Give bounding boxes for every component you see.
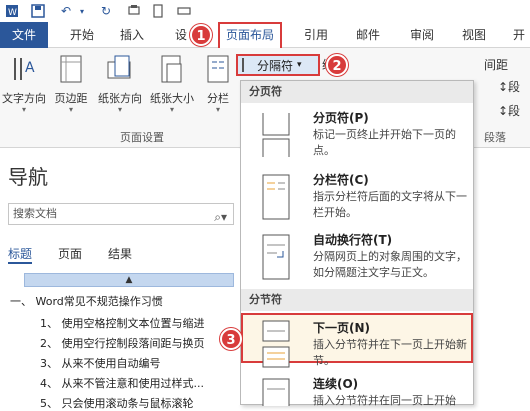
spacing-label: 间距 [484,58,509,72]
menu-item-page-break[interactable]: 分页符(P) 标记一页终止并开始下一页的点。 [241,103,473,157]
heading-item[interactable]: 2、 使用空行控制段落间距与换页 [40,335,205,351]
next-page-section-icon [262,320,290,368]
columns-icon [203,52,233,84]
breaks-button[interactable]: 分隔符 ▾ [236,54,320,76]
tab-view[interactable]: 视图 [456,22,492,48]
margins-icon [56,52,86,84]
heading-item[interactable]: 3、 从来不使用自动编号 [40,355,161,371]
section-breaks-header: 分节符 [241,289,473,311]
tab-insert[interactable]: 插入 [112,22,152,48]
print-preview-icon[interactable] [126,3,142,19]
callout-3: 3 [220,328,242,350]
menu-item-next-page[interactable]: 下一页(N) 插入分节符并在下一页上开始新节。 [241,313,473,368]
nav-tab-pages[interactable]: 页面 [58,245,82,262]
menu-item-desc: 标记一页终止并开始下一页的点。 [313,128,456,157]
nav-tab-headings[interactable]: 标题 [8,245,33,264]
heading-item[interactable]: 4、 从来不管注意和使用过样式... [40,375,204,391]
menu-item-desc: 插入分节符并在下一页上开始新节。 [313,338,467,367]
column-break-icon [262,174,290,220]
chevron-down-icon: ▾ [169,105,174,114]
paper-size-icon [157,52,187,84]
columns-button[interactable]: 分栏 ▾ [200,52,236,122]
document-icon[interactable] [150,3,166,19]
menu-item-desc: 指示分栏符后面的文字将从下一栏开始。 [313,190,467,219]
chevron-down-icon: ▾ [68,105,73,114]
margins-label: 页边距 [54,92,88,105]
chevron-down-icon: ▾ [21,105,26,114]
heading-item[interactable]: 一、 Word常见不规范操作习惯 [10,293,163,309]
tab-file[interactable]: 文件 [0,22,48,48]
quick-access-toolbar: W ↶ ▾ ↻ [0,0,530,22]
menu-item-title: 分栏符(C) [313,173,369,187]
format-icon[interactable] [176,3,192,19]
ribbon-tabs: 文件 开始 插入 设 页面布局 引用 邮件 审阅 视图 开 [0,22,530,48]
heading-item[interactable]: 5、 只会使用滚动条与鼠标滚轮 [40,395,194,411]
menu-item-text-wrapping-break[interactable]: 自动换行符(T) 分隔网页上的对象周围的文字，如分隔题注文字与正文。 [241,225,473,285]
orientation-label: 纸张方向 [98,92,142,105]
menu-item-title: 下一页(N) [313,321,371,335]
page-breaks-header: 分页符 [241,81,473,103]
text-direction-icon: A [9,52,39,84]
heading-item[interactable]: 1、 使用空格控制文本位置与缩进 [40,315,205,331]
size-label: 纸张大小 [150,92,194,105]
orientation-icon [105,52,135,84]
navigation-title: 导航 [8,165,48,189]
paragraph-group-label: 段落 [484,131,506,144]
tab-mailings[interactable]: 邮件 [350,22,386,48]
page-break-icon [262,113,290,157]
callout-1: 1 [190,24,212,46]
undo-icon[interactable]: ↶ [58,3,74,19]
undo-dropdown-icon[interactable]: ▾ [74,3,90,19]
navigation-pane: 导航 搜索文档 ⌕▾ 标题 页面 结果 ▲ 一、 Word常见不规范操作习惯 1… [0,149,240,410]
orientation-button[interactable]: 纸张方向 ▾ [96,52,144,122]
continuous-section-icon [262,378,290,406]
breaks-menu: 分页符 分页符(P) 标记一页终止并开始下一页的点。 分栏符(C) 指示分栏符后… [240,80,474,406]
search-icon[interactable]: ⌕▾ [214,207,227,227]
svg-text:W: W [8,8,17,18]
save-icon[interactable] [30,3,46,19]
search-placeholder: 搜索文档 [13,207,57,220]
text-direction-label: 文字方向 [2,92,46,105]
nav-tab-results[interactable]: 结果 [108,245,132,262]
search-input[interactable]: 搜索文档 ⌕▾ [8,203,234,225]
collapse-bar[interactable]: ▲ [24,273,234,287]
word-logo-icon: W [4,3,20,19]
chevron-down-icon: ▾ [297,60,302,70]
menu-item-column-break[interactable]: 分栏符(C) 指示分栏符后面的文字将从下一栏开始。 [241,165,473,221]
menu-item-title: 连续(O) [313,377,359,391]
redo-icon[interactable]: ↻ [98,3,114,19]
breaks-icon [242,58,254,72]
menu-item-desc: 分隔网页上的对象周围的文字，如分隔题注文字与正文。 [313,250,467,279]
spacing-after-icon[interactable]: ↕段 [498,102,520,119]
size-button[interactable]: 纸张大小 ▾ [146,52,198,122]
tab-review[interactable]: 审阅 [404,22,440,48]
spacing-before-icon[interactable]: ↕段 [498,78,520,95]
menu-item-continuous[interactable]: 连续(O) 插入分节符并在同一页上开始 [241,369,473,406]
text-wrapping-break-icon [262,234,290,280]
menu-item-desc: 插入分节符并在同一页上开始 [313,394,456,406]
menu-item-title: 自动换行符(T) [313,233,393,247]
tab-references[interactable]: 引用 [298,22,334,48]
page-setup-group-label: 页面设置 [120,131,164,144]
chevron-down-icon: ▾ [215,105,220,114]
chevron-down-icon: ▾ [117,105,122,114]
svg-text:A: A [25,60,35,76]
tab-page-layout[interactable]: 页面布局 [218,22,282,48]
margins-button[interactable]: 页边距 ▾ [50,52,92,122]
tab-home[interactable]: 开始 [62,22,102,48]
callout-2: 2 [326,54,348,76]
menu-item-title: 分页符(P) [313,111,369,125]
columns-label: 分栏 [207,92,229,105]
breaks-label: 分隔符 [257,58,294,73]
text-direction-button[interactable]: A 文字方向 ▾ [0,52,48,122]
tab-more[interactable]: 开 [508,22,530,48]
